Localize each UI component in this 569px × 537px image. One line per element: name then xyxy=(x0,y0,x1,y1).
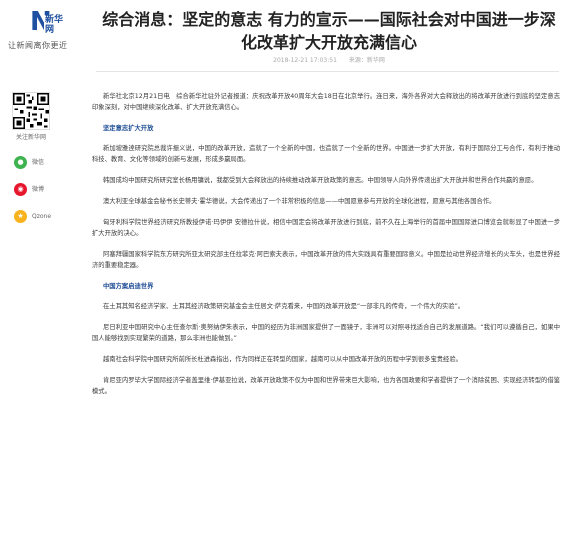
article-paragraph: 在土耳其知名经济学家、土耳其经济政策研究基金会主任居文·萨克看来，中国的改革开放… xyxy=(103,303,465,310)
qr-code xyxy=(12,92,50,130)
publish-date: 2018-12-21 17:03:51 xyxy=(273,57,337,64)
article-paragraph: 阿塞拜疆国家科学院东方研究所亚太研究部主任拉菲克·阿巴索夫表示，中国改革开放的伟… xyxy=(92,251,560,269)
share-wechat[interactable]: ● 微信 xyxy=(14,156,54,169)
article-paragraph: 韩国成均中国研究所研究室长杨用镛说，我都受到大会释放出的持续推动改革开放政策的意… xyxy=(103,177,538,184)
article-meta: 2018-12-21 17:03:51 来源：新华网 xyxy=(96,57,562,65)
article-paragraph: 新加坡雅逹研究院总裁许振义说，中国的改革开放，造就了一个全新的中国，也造就了一个… xyxy=(92,145,560,163)
section-heading: 中国方案启迪世界 xyxy=(103,283,154,290)
article-paragraph: 匈牙利科学院世界经济研究所教授伊诺·玛伊伊 安德拉什说，相信中国定会将改革开放进… xyxy=(92,219,560,237)
site-logo[interactable]: N 新华网 让新闻离你更近 xyxy=(8,8,88,54)
article-source: 来源：新华网 xyxy=(348,57,385,64)
section-heading: 坚定意志扩大开放 xyxy=(103,125,154,132)
article-paragraph: 新华社北京12月21日电 综合新华社驻外记者报道：庆祝改革开放40周年大会18日… xyxy=(92,93,560,111)
share-weibo[interactable]: ◉ 微博 xyxy=(14,183,54,196)
weibo-icon: ◉ xyxy=(14,183,27,196)
article-paragraph: 越南社会科学院中国研究所前所长杜进森指出，作为同样正在转型的国家，越南可以从中国… xyxy=(103,356,462,363)
share-qzone-label: Qzone xyxy=(32,212,52,220)
share-weibo-label: 微博 xyxy=(32,185,45,193)
share-sidebar: 关注新华网 ● 微信 ◉ 微博 ★ Qzone xyxy=(8,92,54,223)
article-title: 综合消息：坚定的意志 有力的宣示——国际社会对中国进一步深化改革扩大开放充满信心 xyxy=(102,10,556,52)
article-paragraph: 尼日利亚中国研究中心主任查尔斯·奥努纳伊朱表示，中国的经历为非洲国家提供了一面镜… xyxy=(92,324,560,342)
logo-brand: 新华网 xyxy=(44,15,66,35)
article-paragraph: 澳大利亚全球基金会秘书长史蒂夫·霍华德说，大会传递出了一个非常积极的信息——中国… xyxy=(103,198,496,205)
qr-code-icon xyxy=(13,93,49,129)
title-divider xyxy=(96,71,559,72)
follow-label: 关注新华网 xyxy=(15,134,46,141)
share-qzone[interactable]: ★ Qzone xyxy=(14,210,54,223)
article-paragraph: 肯尼亚内罗毕大学国际经济学者盖里维·伊基亚拉说，改革开放政策不仅为中国和世界带来… xyxy=(92,377,560,395)
share-wechat-label: 微信 xyxy=(32,158,45,166)
logo-slogan: 让新闻离你更近 xyxy=(8,41,68,50)
qzone-icon: ★ xyxy=(14,210,27,223)
article-body: 新华社北京12月21日电 综合新华社驻外记者报道：庆祝改革开放40周年大会18日… xyxy=(92,91,560,407)
logo-mark: N 新华网 xyxy=(30,8,66,36)
wechat-icon: ● xyxy=(14,156,27,169)
